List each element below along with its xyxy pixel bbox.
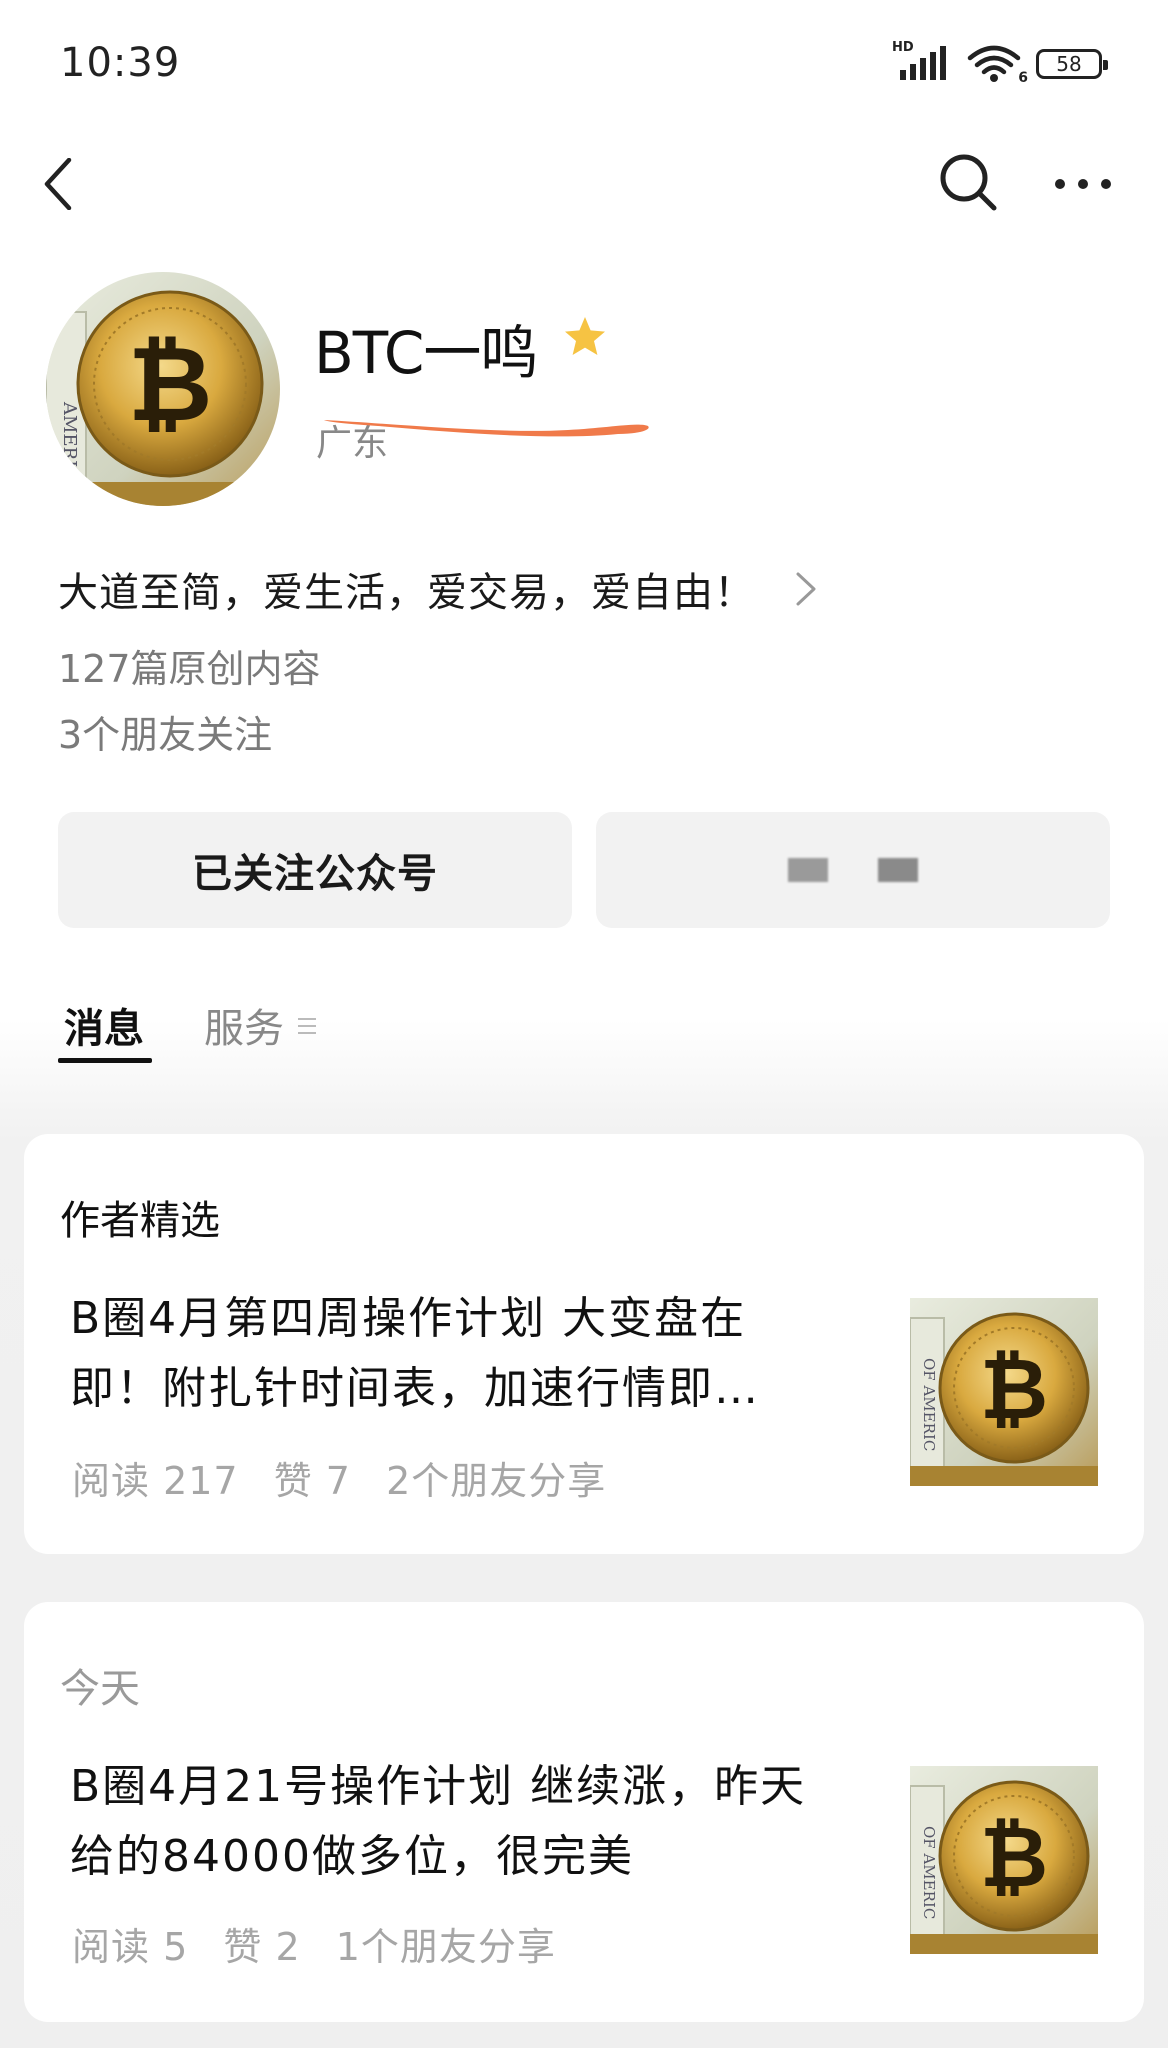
search-icon: [940, 154, 997, 211]
original-content-count[interactable]: 127篇原创内容: [58, 638, 321, 693]
avatar[interactable]: AMERICA ₿: [46, 272, 280, 506]
svg-text:₿: ₿: [128, 323, 213, 445]
share-count: 2个朋友分享: [386, 1459, 607, 1503]
search-button[interactable]: [938, 152, 998, 212]
svg-text:AMERICA: AMERICA: [59, 401, 80, 495]
svg-text:OF AMERIC: OF AMERIC: [920, 1826, 938, 1919]
read-count: 阅读 5: [72, 1925, 189, 1969]
section-heading: 作者精选: [60, 1198, 220, 1244]
wifi-icon: 6: [966, 44, 1028, 86]
star-icon: [565, 317, 605, 355]
status-icons: HD 6 58: [892, 40, 1108, 86]
blurred-label-part: [788, 858, 828, 882]
network-type-label: HD: [892, 40, 914, 55]
battery-icon: 58: [1036, 49, 1108, 79]
tab-services[interactable]: 服务: [204, 996, 284, 1054]
tab-active-indicator: [58, 1058, 152, 1063]
more-button[interactable]: [1052, 160, 1114, 206]
chevron-right-icon: [796, 572, 816, 606]
cellular-signal-icon: HD: [892, 40, 952, 84]
tab-messages[interactable]: 消息: [64, 996, 144, 1054]
redaction-scribble: [324, 420, 649, 437]
wifi-generation-label: 6: [1018, 70, 1028, 86]
article-thumbnail[interactable]: OF AMERIC ₿: [910, 1766, 1098, 1954]
followed-button[interactable]: 已关注公众号: [58, 812, 572, 928]
back-button[interactable]: [36, 150, 80, 218]
article-title[interactable]: B圈4月21号操作计划 继续涨，昨天 给的84000做多位，很完美: [70, 1752, 870, 1892]
svg-text:₿: ₿: [980, 1808, 1048, 1906]
article-title-line: 即！附扎针时间表，加速行情即…: [70, 1363, 760, 1414]
friends-following-count[interactable]: 3个朋友关注: [58, 704, 272, 759]
article-meta: 阅读 5 赞 2 1个朋友分享: [72, 1916, 578, 1971]
section-heading: 今天: [60, 1666, 140, 1712]
article-title-line: 给的84000做多位，很完美: [70, 1831, 634, 1882]
like-count: 赞 7: [273, 1459, 351, 1503]
article-thumbnail[interactable]: OF AMERIC ₿: [910, 1298, 1098, 1486]
svg-text:OF AMERIC: OF AMERIC: [920, 1358, 938, 1451]
description-row[interactable]: 大道至简，爱生活，爱交易，爱自由！: [58, 560, 817, 618]
menu-icon[interactable]: [298, 1016, 316, 1036]
svg-text:₿: ₿: [980, 1340, 1048, 1438]
article-meta: 阅读 217 赞 7 2个朋友分享: [72, 1450, 628, 1505]
today-section-card: 今天 B圈4月21号操作计划 继续涨，昨天 给的84000做多位，很完美 阅读 …: [24, 1602, 1144, 2022]
secondary-action-button[interactable]: [596, 812, 1110, 928]
article-title-line: B圈4月21号操作计划 继续涨，昨天: [70, 1761, 807, 1812]
status-time: 10:39: [60, 40, 181, 86]
article-title[interactable]: B圈4月第四周操作计划 大变盘在 即！附扎针时间表，加速行情即…: [70, 1284, 870, 1424]
article-title-line: B圈4月第四周操作计划 大变盘在: [70, 1293, 747, 1344]
featured-section-card: 作者精选 B圈4月第四周操作计划 大变盘在 即！附扎针时间表，加速行情即… 阅读…: [24, 1134, 1144, 1554]
share-count: 1个朋友分享: [335, 1925, 556, 1969]
blurred-label-part: [878, 858, 918, 882]
read-count: 阅读 217: [72, 1459, 239, 1503]
status-bar: 10:39 HD 6 58: [0, 0, 1168, 130]
account-description: 大道至简，爱生活，爱交易，爱自由！: [58, 570, 755, 616]
chevron-left-icon: [44, 158, 72, 210]
more-icon: [1055, 179, 1111, 189]
like-count: 赞 2: [223, 1925, 301, 1969]
account-name: BTC一鸣: [314, 319, 538, 387]
battery-level: 58: [1056, 52, 1082, 76]
